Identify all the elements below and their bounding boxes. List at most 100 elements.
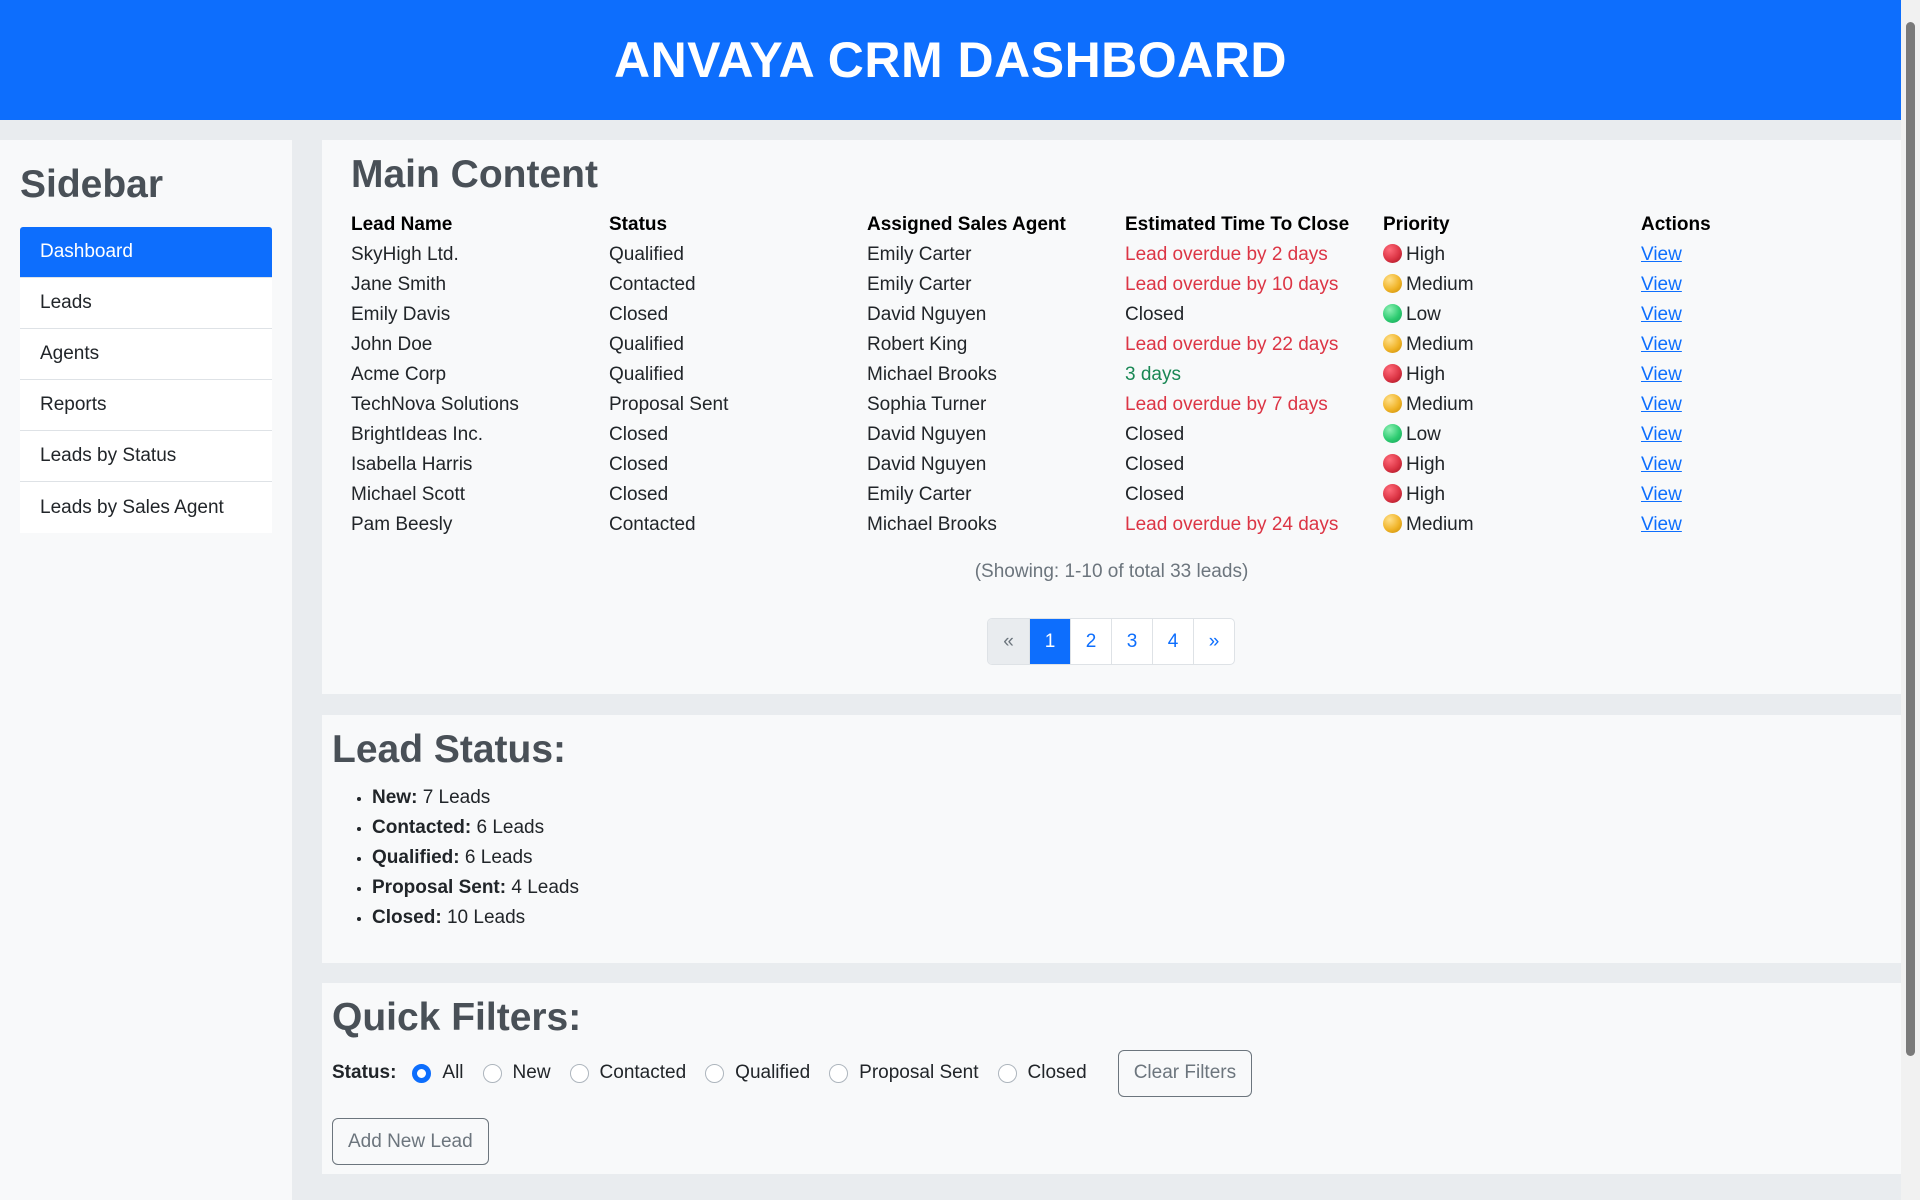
lead-name-cell: Acme Corp bbox=[351, 360, 609, 390]
leads-table: Lead Name Status Assigned Sales Agent Es… bbox=[351, 210, 1711, 540]
time-to-close-cell-text: Closed bbox=[1125, 454, 1185, 475]
view-lead-link[interactable]: View bbox=[1641, 244, 1682, 265]
agent-cell: Michael Brooks bbox=[867, 360, 1125, 390]
page-scrollbar[interactable] bbox=[1901, 0, 1920, 1200]
time-to-close-cell-text: Closed bbox=[1125, 484, 1185, 505]
radio-qualified[interactable] bbox=[705, 1063, 725, 1083]
time-to-close-cell-text: Closed bbox=[1125, 424, 1185, 445]
agent-cell: David Nguyen bbox=[867, 420, 1125, 450]
priority-label: Medium bbox=[1406, 334, 1474, 355]
actions-cell: View bbox=[1641, 330, 1711, 360]
lead-name-cell: Emily Davis bbox=[351, 300, 609, 330]
column-header-actions: Actions bbox=[1641, 214, 1711, 235]
status-cell: Closed bbox=[609, 420, 867, 450]
lead-status-panel: Lead Status: New: 7 Leads Contacted: 6 L… bbox=[322, 715, 1901, 963]
lead-name-cell-text: Jane Smith bbox=[351, 274, 447, 295]
priority-cell: Medium bbox=[1383, 330, 1641, 360]
actions-cell: View bbox=[1641, 450, 1711, 480]
time-to-close-cell: Lead overdue by 22 days bbox=[1125, 330, 1383, 360]
priority-cell: Low bbox=[1383, 300, 1641, 330]
filter-option-proposal-sent[interactable]: Proposal Sent bbox=[829, 1062, 979, 1084]
agent-cell-text: David Nguyen bbox=[867, 424, 987, 445]
scrollbar-thumb[interactable] bbox=[1906, 22, 1915, 1056]
list-item: New: 7 Leads bbox=[372, 783, 579, 813]
leads-table-body: SkyHigh Ltd. Qualified Emily Carter Lead ov… bbox=[351, 240, 1711, 540]
sidebar-item-leads-by-status[interactable]: Leads by Status bbox=[20, 431, 272, 482]
agent-cell: David Nguyen bbox=[867, 450, 1125, 480]
agent-cell: Emily Carter bbox=[867, 270, 1125, 300]
sidebar-item-reports[interactable]: Reports bbox=[20, 380, 272, 431]
agent-cell: Michael Brooks bbox=[867, 510, 1125, 540]
pagination-page-3[interactable]: 3 bbox=[1111, 619, 1152, 664]
lead-name-cell: Michael Scott bbox=[351, 480, 609, 510]
radio-contacted[interactable] bbox=[569, 1063, 589, 1083]
status-cell-text: Closed bbox=[609, 484, 669, 505]
time-to-close-cell-text: Closed bbox=[1125, 304, 1185, 325]
view-lead-link[interactable]: View bbox=[1641, 514, 1682, 535]
clear-filters-button[interactable]: Clear Filters bbox=[1117, 1049, 1253, 1097]
radio-all[interactable] bbox=[412, 1063, 432, 1083]
filter-option-closed[interactable]: Closed bbox=[997, 1062, 1087, 1084]
table-row: Michael Scott Closed Emily Carter Closed Hig… bbox=[351, 480, 1711, 510]
lead-name-cell-text: John Doe bbox=[351, 334, 433, 355]
status-cell-text: Closed bbox=[609, 454, 669, 475]
view-lead-link[interactable]: View bbox=[1641, 274, 1682, 295]
view-lead-link[interactable]: View bbox=[1641, 394, 1682, 415]
status-label: Qualified: bbox=[372, 847, 460, 868]
filter-option-contacted[interactable]: Contacted bbox=[569, 1062, 686, 1084]
priority-label: Medium bbox=[1406, 394, 1474, 415]
pagination-page-4[interactable]: 4 bbox=[1152, 619, 1193, 664]
sidebar-item-leads[interactable]: Leads bbox=[20, 278, 272, 329]
view-lead-link[interactable]: View bbox=[1641, 334, 1682, 355]
view-lead-link[interactable]: View bbox=[1641, 304, 1682, 325]
view-lead-link[interactable]: View bbox=[1641, 424, 1682, 445]
status-count: 4 Leads bbox=[511, 877, 579, 898]
sidebar-item-leads-by-sales-agent[interactable]: Leads by Sales Agent bbox=[20, 482, 272, 533]
status-label: Proposal Sent: bbox=[372, 877, 507, 898]
add-new-lead-button[interactable]: Add New Lead bbox=[332, 1118, 489, 1165]
radio-closed[interactable] bbox=[997, 1063, 1017, 1083]
pagination-next[interactable]: » bbox=[1193, 619, 1234, 664]
filter-option-qualified[interactable]: Qualified bbox=[705, 1062, 810, 1084]
radio-proposal-sent[interactable] bbox=[829, 1063, 849, 1083]
view-lead-link[interactable]: View bbox=[1641, 364, 1682, 385]
agent-cell-text: Sophia Turner bbox=[867, 394, 987, 415]
status-filter-row: Status: All New Contacted Qualified Prop… bbox=[332, 1048, 1253, 1098]
pagination-page-2[interactable]: 2 bbox=[1070, 619, 1111, 664]
actions-cell: View bbox=[1641, 480, 1711, 510]
view-lead-link[interactable]: View bbox=[1641, 454, 1682, 475]
priority-high-icon bbox=[1383, 454, 1402, 473]
lead-status-list: New: 7 Leads Contacted: 6 Leads Qualifie… bbox=[332, 783, 579, 933]
pagination: « 1 2 3 4 » bbox=[987, 618, 1235, 665]
status-count: 10 Leads bbox=[446, 907, 526, 928]
time-to-close-cell: 3 days bbox=[1125, 360, 1383, 390]
status-cell-text: Closed bbox=[609, 304, 669, 325]
sidebar-item-dashboard[interactable]: Dashboard bbox=[20, 227, 272, 278]
table-row: John Doe Qualified Robert King Lead overdue… bbox=[351, 330, 1711, 360]
filter-option-new[interactable]: New bbox=[482, 1062, 551, 1084]
status-cell-text: Qualified bbox=[609, 334, 684, 355]
lead-name-cell: TechNova Solutions bbox=[351, 390, 609, 420]
view-lead-link[interactable]: View bbox=[1641, 484, 1682, 505]
pagination-page-1[interactable]: 1 bbox=[1029, 619, 1070, 664]
main-content-panel: Main Content Lead Name Status Assigned S… bbox=[322, 140, 1901, 694]
agent-cell: Emily Carter bbox=[867, 480, 1125, 510]
time-to-close-cell-text: 3 days bbox=[1125, 364, 1181, 385]
lead-name-cell: Pam Beesly bbox=[351, 510, 609, 540]
radio-new[interactable] bbox=[482, 1063, 502, 1083]
priority-high-icon bbox=[1383, 364, 1402, 383]
agent-cell-text: Michael Brooks bbox=[867, 514, 997, 535]
quick-filters-panel: Quick Filters: Status: All New Contacted… bbox=[322, 983, 1901, 1174]
actions-cell: View bbox=[1641, 360, 1711, 390]
pagination-prev[interactable]: « bbox=[988, 619, 1029, 664]
lead-name-cell: Jane Smith bbox=[351, 270, 609, 300]
table-header-row: Lead Name Status Assigned Sales Agent Es… bbox=[351, 210, 1711, 240]
page-title: ANVAYA CRM DASHBOARD bbox=[613, 32, 1288, 88]
time-to-close-cell-text: Lead overdue by 7 days bbox=[1125, 394, 1328, 415]
actions-cell: View bbox=[1641, 270, 1711, 300]
sidebar-item-agents[interactable]: Agents bbox=[20, 329, 272, 380]
priority-cell: Medium bbox=[1383, 390, 1641, 420]
filter-option-all[interactable]: All bbox=[412, 1062, 464, 1084]
status-cell-text: Contacted bbox=[609, 514, 696, 535]
quick-filters-title: Quick Filters: bbox=[332, 996, 582, 1039]
